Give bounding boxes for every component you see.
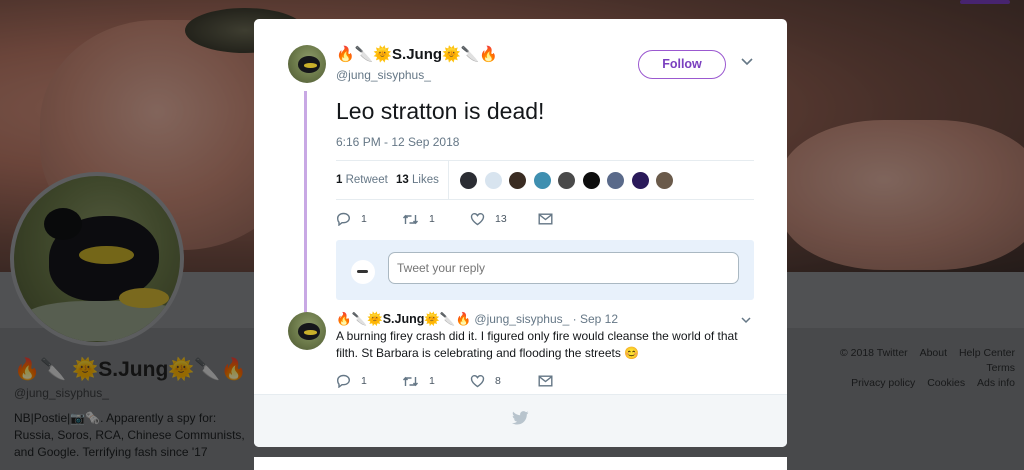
chevron-down-icon[interactable] bbox=[740, 57, 754, 67]
reply-author-name[interactable]: 🔥🔪🌞S.Jung🌞🔪🔥 bbox=[336, 312, 471, 326]
reply-composer bbox=[336, 240, 754, 300]
follow-button[interactable]: Follow bbox=[638, 50, 726, 79]
reply-reply-action[interactable]: 1 bbox=[336, 372, 367, 390]
reply-header: 🔥🔪🌞S.Jung🌞🔪🔥 @jung_sisyphus_ · Sep 12 bbox=[336, 312, 618, 327]
liker-avatar[interactable] bbox=[606, 171, 625, 190]
like-action[interactable]: 13 bbox=[470, 210, 507, 228]
reply-text: A burning firey crash did it. I figured … bbox=[336, 329, 738, 360]
reply-action[interactable]: 1 bbox=[336, 210, 367, 228]
liker-avatar[interactable] bbox=[581, 171, 601, 190]
tweet-stats: 1 Retweet 13 Likes bbox=[336, 160, 754, 200]
reply-reply-count: 1 bbox=[361, 375, 367, 387]
reply-like-count: 8 bbox=[495, 375, 501, 387]
heart-icon bbox=[470, 374, 485, 388]
liker-avatar[interactable] bbox=[459, 171, 478, 190]
like-count-action: 13 bbox=[495, 213, 507, 225]
retweet-stat[interactable]: 1 Retweet bbox=[336, 174, 388, 186]
envelope-icon bbox=[538, 213, 553, 225]
reply-date[interactable]: · Sep 12 bbox=[573, 312, 618, 326]
current-user-avatar bbox=[351, 260, 375, 284]
retweet-icon bbox=[402, 214, 419, 224]
liker-avatar[interactable] bbox=[630, 171, 650, 190]
liker-avatar[interactable] bbox=[508, 171, 527, 190]
likes-count: 13 bbox=[396, 174, 409, 186]
reply-dm-action[interactable] bbox=[538, 372, 553, 390]
liker-avatar[interactable] bbox=[557, 171, 576, 190]
reply-retweet-count: 1 bbox=[429, 375, 435, 387]
retweet-count: 1 bbox=[336, 174, 343, 186]
retweet-count-action: 1 bbox=[429, 213, 435, 225]
likes-stat[interactable]: 13 Likes bbox=[396, 174, 439, 186]
twitter-bird-icon bbox=[512, 411, 529, 425]
reply-author-avatar[interactable] bbox=[288, 312, 326, 350]
reply-input[interactable] bbox=[388, 252, 739, 284]
envelope-icon bbox=[538, 375, 553, 387]
reply-author-handle[interactable]: @jung_sisyphus_ bbox=[474, 312, 569, 326]
heart-icon bbox=[470, 212, 485, 226]
tweet-author-avatar[interactable] bbox=[288, 45, 326, 83]
tweet-timestamp[interactable]: 6:16 PM - 12 Sep 2018 bbox=[336, 135, 459, 149]
tweet-modal: 🔥🔪🌞S.Jung🌞🔪🔥 @jung_sisyphus_ Follow Leo … bbox=[254, 19, 787, 447]
likes-stat-label: Likes bbox=[412, 174, 439, 186]
tweet-author-handle[interactable]: @jung_sisyphus_ bbox=[336, 68, 431, 82]
liker-avatar[interactable] bbox=[655, 171, 674, 190]
tweet-author-name[interactable]: 🔥🔪🌞S.Jung🌞🔪🔥 bbox=[336, 45, 498, 63]
reply-like-action[interactable]: 8 bbox=[470, 372, 501, 390]
dm-action[interactable] bbox=[538, 210, 553, 228]
liker-avatar[interactable] bbox=[483, 171, 503, 190]
tweet-text: Leo stratton is dead! bbox=[336, 98, 545, 124]
retweet-icon bbox=[402, 376, 419, 386]
reply-count: 1 bbox=[361, 213, 367, 225]
chevron-down-icon[interactable] bbox=[740, 316, 752, 325]
retweet-stat-label: Retweet bbox=[345, 174, 388, 186]
reply-icon bbox=[336, 374, 351, 388]
modal-footer bbox=[254, 394, 787, 447]
reply-icon bbox=[336, 212, 351, 226]
liker-avatar[interactable] bbox=[532, 171, 552, 190]
thread-line bbox=[304, 91, 307, 325]
reply-retweet-action[interactable]: 1 bbox=[402, 372, 435, 390]
retweet-action[interactable]: 1 bbox=[402, 210, 435, 228]
next-card-edge bbox=[254, 457, 787, 470]
